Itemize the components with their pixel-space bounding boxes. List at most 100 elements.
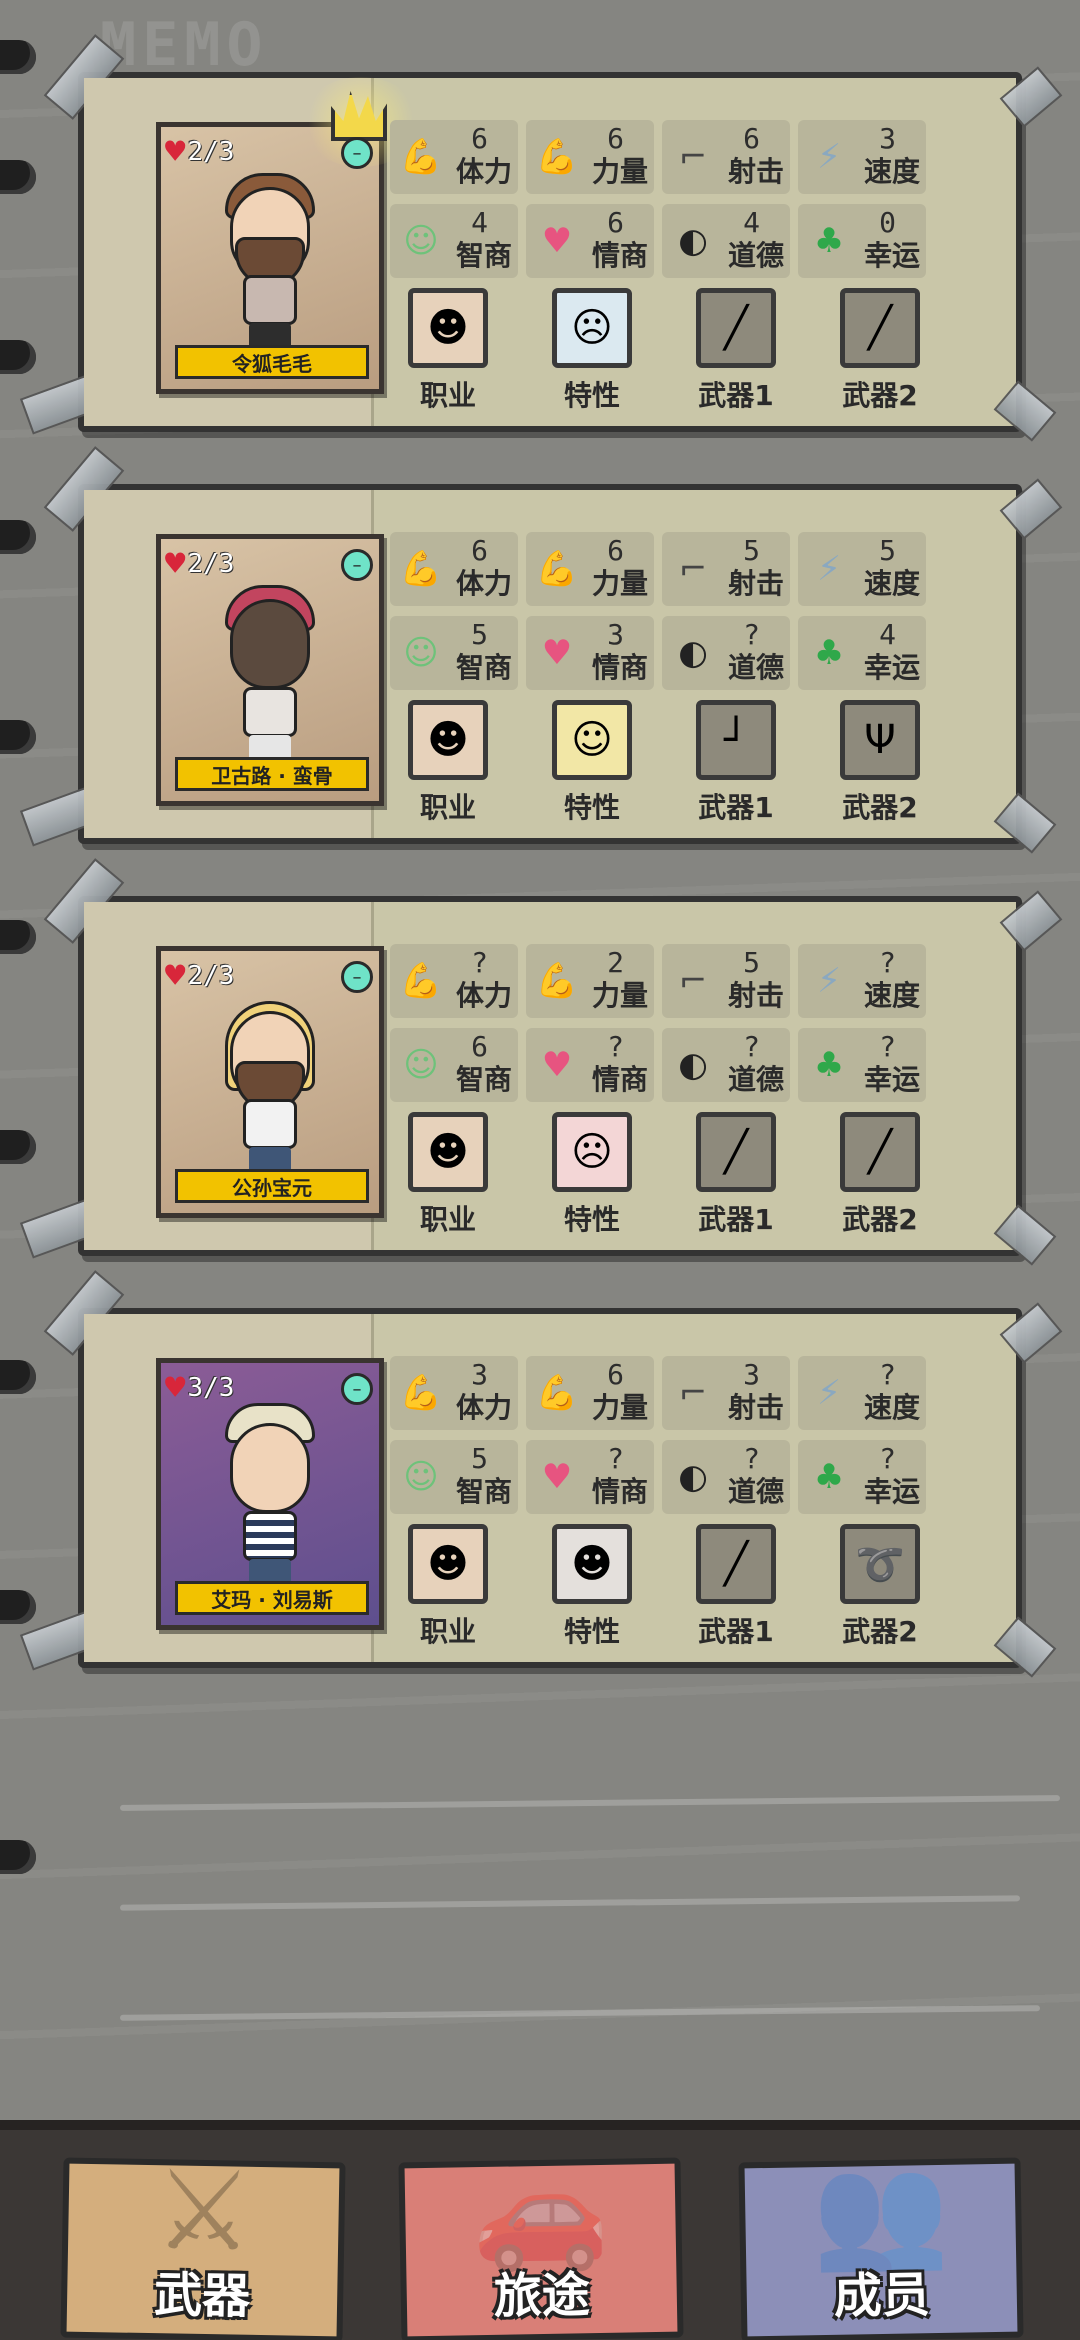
pipe-icon: ╱ (696, 1112, 776, 1192)
stat-stamina: 💪 6 体力 (390, 532, 518, 606)
stats-panel: 💪 6 体力 💪 6 力量 ⌐ 6 射击 ⚡ 3 速度 ☺ 4 智商 ♥ 6 情商 ◐ 4 道德 ♣ 0 幸运 … (390, 120, 930, 414)
pipe-icon: ╱ (696, 1524, 776, 1604)
journey-tab-button[interactable]: 🚗 旅途 (398, 2146, 684, 2340)
binder-ring (0, 920, 36, 954)
stat-shooting: ⌐ 3 射击 (662, 1356, 790, 1430)
stat-strength: 💪 6 力量 (526, 1356, 654, 1430)
member-card[interactable]: ♥ 3/3 – 艾玛 · 刘易斯 💪 3 体力 💪 6 力量 ⌐ 3 射击 ⚡? 速度 ☺ 5 智商… (19, 1270, 1063, 1678)
slot-trait[interactable]: ☹ 特性 (550, 288, 634, 414)
slot-weapon2[interactable]: Ψ 武器2 (838, 700, 922, 826)
trait-cheerful-icon: ☺ (552, 700, 632, 780)
slot-weapon2[interactable]: ╱ 武器2 (838, 1112, 922, 1238)
four-leaf-clover-icon: ♣ (813, 633, 845, 673)
winged-boot-icon: ⚡ (817, 549, 841, 589)
flexed-arm-icon: 💪 (535, 1373, 579, 1413)
slot-job[interactable]: ☻ 职业 (406, 1112, 490, 1238)
flexed-arm-icon: 💪 (535, 549, 579, 589)
character-body (243, 1099, 297, 1149)
half-mask-icon: ◐ (678, 1457, 708, 1497)
pistol-icon: ⌐ (678, 1373, 708, 1413)
heart-icon: ♥ (165, 956, 186, 996)
stat-intelligence: ☺ 6 智商 (390, 1028, 518, 1102)
crowbar-icon: ┘ (696, 700, 776, 780)
member-card[interactable]: ♥ 2/3 – 公孙宝元 💪? 体力 💪 2 力量 ⌐ 5 射击 ⚡? 速度 ☺ 6 智商 ♥? 情… (19, 858, 1063, 1266)
weapons-icon: ⚔ (153, 2146, 255, 2276)
character-figure (215, 991, 325, 1183)
stat-emotional: ♥ 6 情商 (526, 204, 654, 278)
character-name: 艾玛 · 刘易斯 (175, 1581, 369, 1615)
stats-panel: 💪 6 体力 💪 6 力量 ⌐ 5 射击 ⚡ 5 速度 ☺ 5 智商 ♥ 3 情商 ◐? 道德 ♣ 4 幸运 … (390, 532, 930, 826)
flexed-arm-icon: 💪 (535, 137, 579, 177)
character-name: 卫古路 · 蛮骨 (175, 757, 369, 791)
member-card[interactable]: ♥ 2/3 – 卫古路 · 蛮骨 💪 6 体力 💪 6 力量 ⌐ 5 射击 ⚡ 5 速度 ☺ 5 智商… (19, 446, 1063, 854)
job-construction-worker-icon: ☻ (408, 700, 488, 780)
paper-line (119, 1895, 1021, 1911)
pistol-icon: ⌐ (678, 961, 708, 1001)
slot-weapon1[interactable]: ╱ 武器1 (694, 288, 778, 414)
pistol-icon: ⌐ (678, 549, 708, 589)
stat-intelligence: ☺ 4 智商 (390, 204, 518, 278)
slot-weapon2[interactable]: ╱ 武器2 (838, 288, 922, 414)
broom-icon: ╱ (840, 1112, 920, 1192)
flexed-arm-icon: 💪 (535, 961, 579, 1001)
member-card[interactable]: ♥ 2/3 – 令狐毛毛 💪 6 体力 💪 6 力量 ⌐ 6 射击 ⚡ 3 速度 ☺ 4 智商 ♥ 6 情… (19, 34, 1063, 442)
health-indicator: ♥ 2/3 (165, 959, 234, 993)
weapons-tab-button[interactable]: ⚔ 武器 (60, 2146, 346, 2340)
stat-luck: ♣ 0 幸运 (798, 204, 926, 278)
machete-icon: ╱ (840, 288, 920, 368)
health-value: 3/3 (187, 1373, 235, 1403)
character-figure (215, 579, 325, 771)
stat-shooting: ⌐ 6 射击 (662, 120, 790, 194)
half-mask-icon: ◐ (678, 221, 708, 261)
slot-job[interactable]: ☻ 职业 (406, 288, 490, 414)
stat-speed: ⚡? 速度 (798, 944, 926, 1018)
slot-weapon1[interactable]: ╱ 武器1 (694, 1524, 778, 1650)
slot-trait[interactable]: ☻ 特性 (550, 1524, 634, 1650)
stats-panel: 💪? 体力 💪 2 力量 ⌐ 5 射击 ⚡? 速度 ☺ 6 智商 ♥? 情商 ◐? 道德 ♣? 幸运 … (390, 944, 930, 1238)
mood-neutral-icon: – (341, 549, 373, 581)
character-figure (215, 167, 325, 359)
stat-speed: ⚡ 5 速度 (798, 532, 926, 606)
members-tab-button[interactable]: 👥 成员 (738, 2146, 1024, 2340)
slot-trait[interactable]: ☹ 特性 (550, 1112, 634, 1238)
binder-ring (0, 520, 36, 554)
character-portrait[interactable]: ♥ 2/3 – 卫古路 · 蛮骨 (156, 534, 384, 806)
whip-icon: ➰ (840, 1524, 920, 1604)
slot-weapon1[interactable]: ┘ 武器1 (694, 700, 778, 826)
brain-icon: ☺ (403, 1457, 439, 1497)
binder-ring (0, 340, 36, 374)
brain-icon: ☺ (403, 221, 439, 261)
character-portrait[interactable]: ♥ 2/3 – 令狐毛毛 (156, 77, 421, 394)
slot-weapon1[interactable]: ╱ 武器1 (694, 1112, 778, 1238)
stat-stamina: 💪? 体力 (390, 944, 518, 1018)
memo-watermark: MEMO (100, 10, 269, 80)
four-leaf-clover-icon: ♣ (813, 1045, 845, 1085)
stats-panel: 💪 3 体力 💪 6 力量 ⌐ 3 射击 ⚡? 速度 ☺ 5 智商 ♥? 情商 ◐? 道德 ♣? 幸运 … (390, 1356, 930, 1650)
job-bodyguard-icon: ☻ (408, 288, 488, 368)
stat-strength: 💪 6 力量 (526, 532, 654, 606)
mood-neutral-icon: – (341, 1373, 373, 1405)
slot-trait[interactable]: ☺ 特性 (550, 700, 634, 826)
slot-weapon2[interactable]: ➰ 武器2 (838, 1524, 922, 1650)
stat-speed: ⚡ 3 速度 (798, 120, 926, 194)
health-value: 2/3 (187, 549, 235, 579)
stat-emotional: ♥ 3 情商 (526, 616, 654, 690)
stat-intelligence: ☺ 5 智商 (390, 616, 518, 690)
bottom-navigation: ⚔ 武器 🚗 旅途 👥 成员 (0, 2120, 1080, 2340)
stat-morality: ◐? 道德 (662, 1028, 790, 1102)
mood-neutral-icon: – (341, 137, 373, 169)
character-body (243, 275, 297, 325)
heart-head-icon: ♥ (541, 1457, 573, 1497)
slot-job[interactable]: ☻ 职业 (406, 1524, 490, 1650)
character-body (243, 687, 297, 737)
health-indicator: ♥ 2/3 (165, 135, 234, 169)
job-scientist-icon: ☻ (408, 1112, 488, 1192)
stat-morality: ◐? 道德 (662, 1440, 790, 1514)
brain-icon: ☺ (403, 1045, 439, 1085)
character-portrait[interactable]: ♥ 2/3 – 公孙宝元 (156, 946, 384, 1218)
heart-icon: ♥ (165, 544, 186, 584)
character-portrait[interactable]: ♥ 3/3 – 艾玛 · 刘易斯 (156, 1358, 384, 1630)
stat-luck: ♣? 幸运 (798, 1440, 926, 1514)
slot-job[interactable]: ☻ 职业 (406, 700, 490, 826)
heart-head-icon: ♥ (541, 1045, 573, 1085)
